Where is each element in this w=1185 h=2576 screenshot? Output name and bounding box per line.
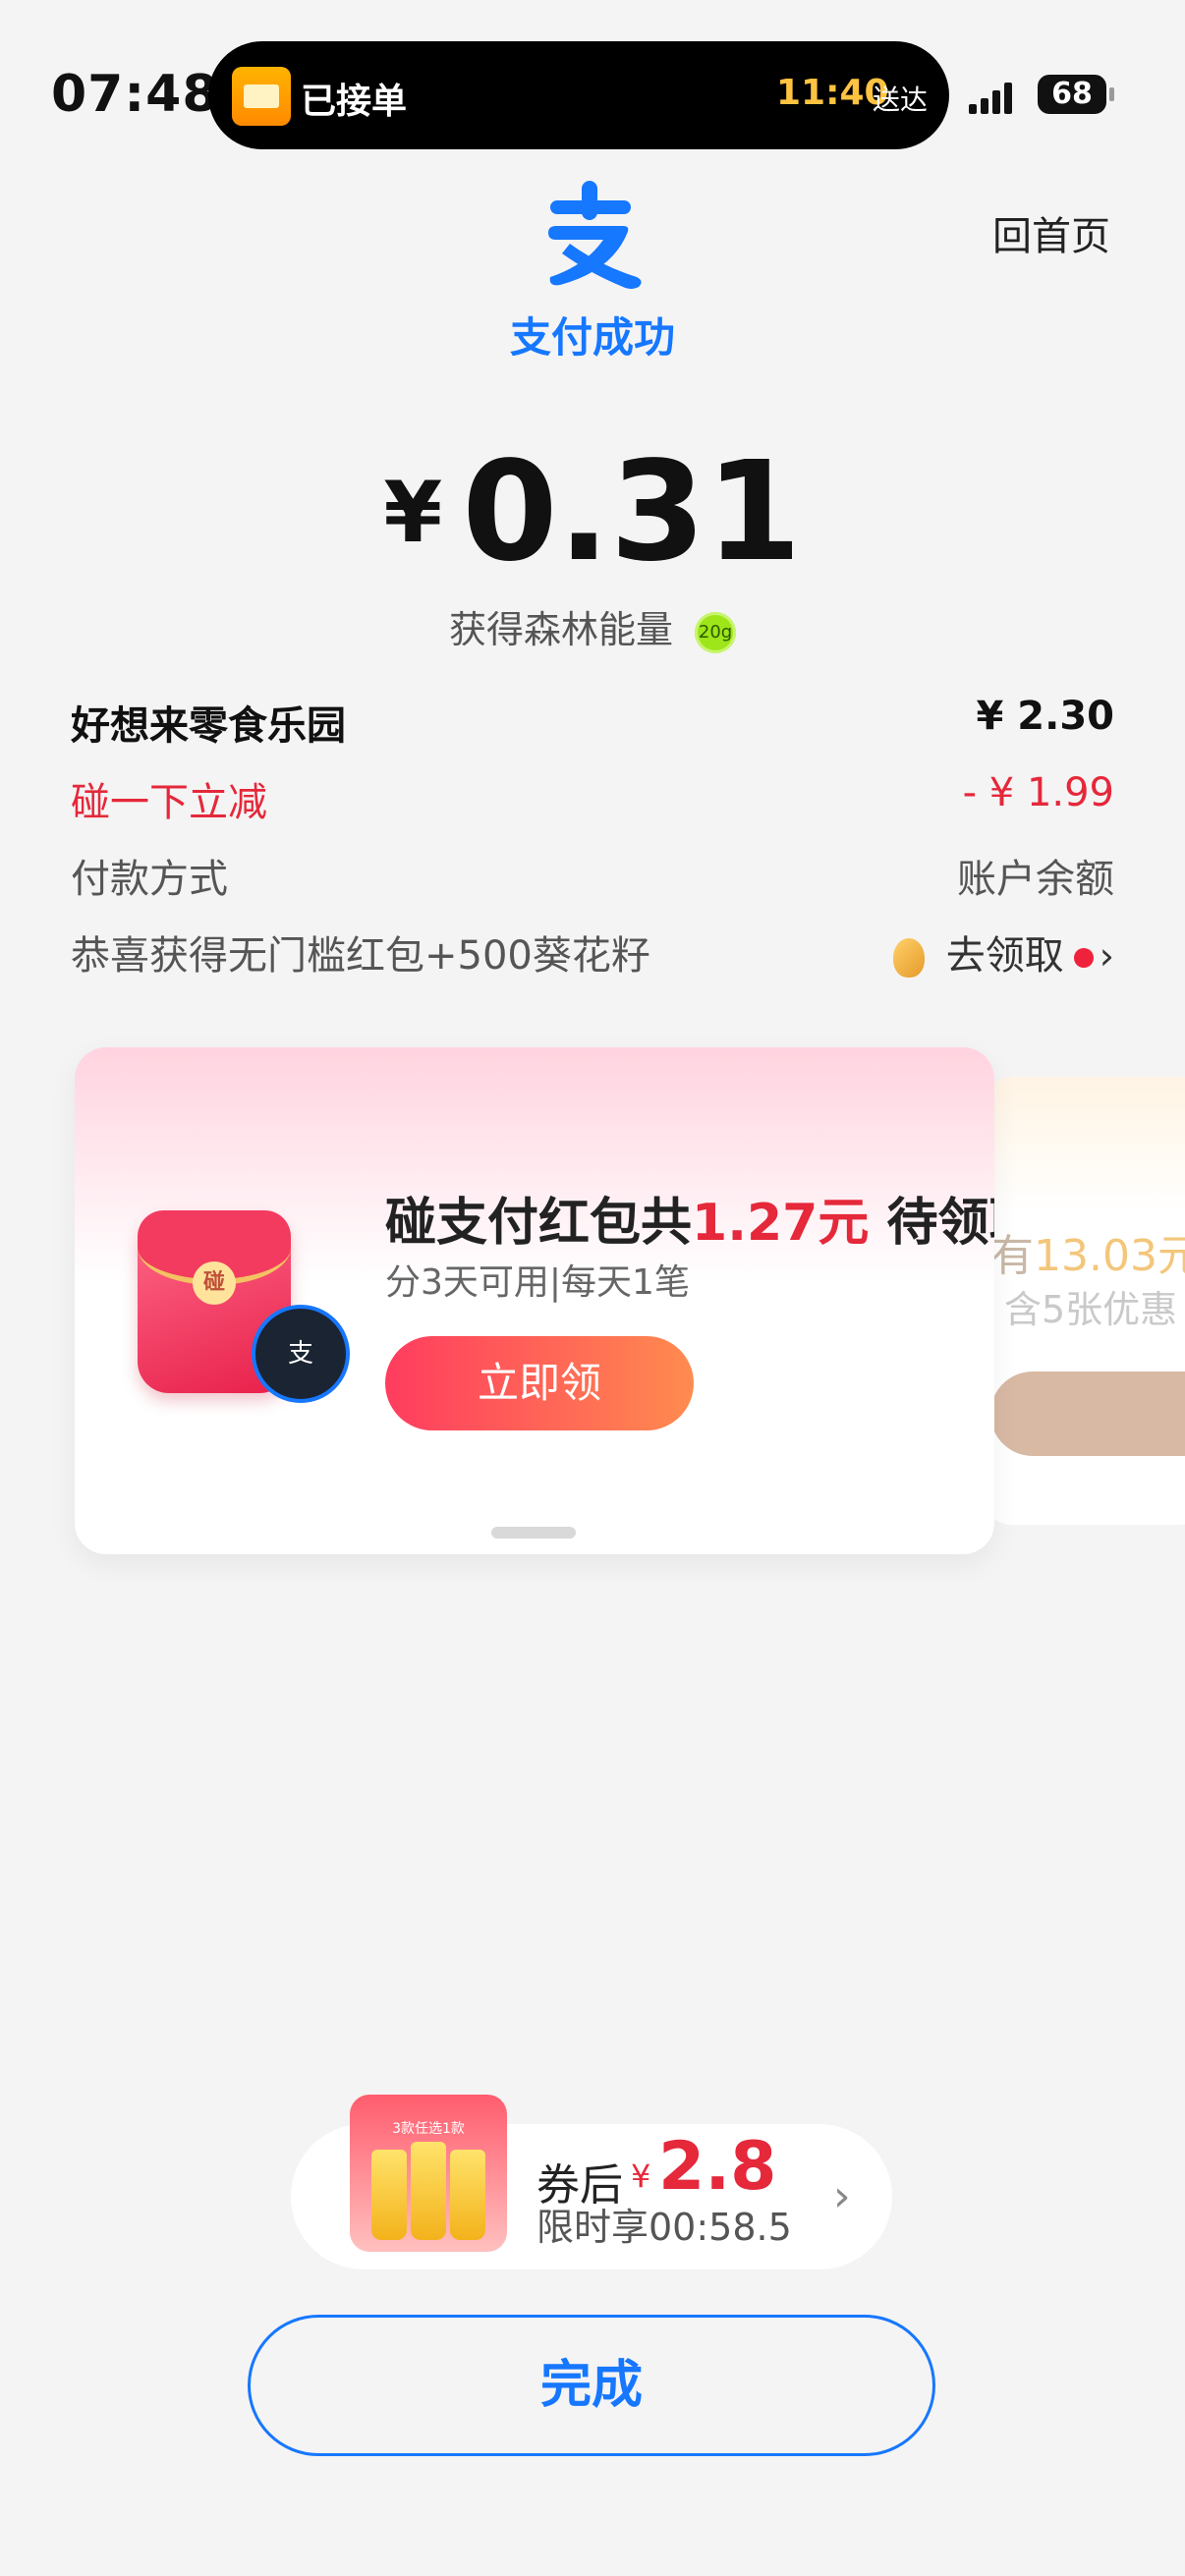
next-card-title: 有13.03元 (990, 1231, 1185, 1281)
promo-action[interactable]: 去领取 › (892, 924, 1114, 980)
promo-text: 恭喜获得无门槛红包+500葵花籽 (71, 933, 650, 979)
island-eta-suffix: 送达 (873, 84, 929, 116)
coupon-card-next[interactable]: 有13.03元 含5张优惠 (983, 1077, 1185, 1525)
battery-icon: 68 (1038, 75, 1114, 114)
chevron-right-icon[interactable]: › (833, 2171, 851, 2221)
next-card-subtitle: 含5张优惠 (1004, 1288, 1178, 1331)
promo-row[interactable]: 恭喜获得无门槛红包+500葵花籽 去领取 › (71, 924, 1114, 982)
merchant-row: 好想来零食乐园 ¥ 2.30 (71, 694, 1114, 753)
coupon-image-caption: 3款任选1款 (392, 2121, 465, 2137)
notification-dot (1073, 948, 1094, 968)
merchant-name: 好想来零食乐园 (71, 703, 346, 749)
coupon-timer: 限时享00:58.5 (536, 2206, 792, 2249)
amount-value: 0.31 (462, 432, 802, 592)
energy-text: 获得森林能量 (448, 608, 673, 651)
alipay-logo-icon (548, 181, 642, 289)
red-packet-subtitle: 分3天可用|每天1笔 (385, 1262, 690, 1303)
discount-amount: - ¥ 1.99 (962, 770, 1114, 815)
next-card-button[interactable] (990, 1372, 1185, 1456)
discount-label: 碰一下立减 (71, 780, 267, 825)
chevron-right-icon: › (1099, 934, 1114, 978)
payment-method-value: 账户余额 (957, 857, 1114, 902)
forest-energy-row[interactable]: 获得森林能量 20g (0, 599, 1185, 653)
energy-badge-icon: 20g (695, 611, 737, 653)
coupon-currency: ¥ (631, 2157, 651, 2195)
red-packet-title: 碰支付红包共1.27元 待领取 (385, 1194, 994, 1253)
drink-product-image: 3款任选1款 (350, 2095, 507, 2252)
currency-symbol: ¥ (383, 463, 443, 562)
home-link[interactable]: 回首页 (992, 204, 1110, 261)
sunflower-seed-icon (892, 938, 925, 978)
discount-row: 碰一下立减 - ¥ 1.99 (71, 770, 1114, 829)
coupon-price: 2.8 (658, 2128, 777, 2206)
island-order-status: 已接单 (301, 82, 408, 122)
payment-success-title: 支付成功 (509, 313, 675, 362)
payment-amount: ¥0.31 (0, 432, 1185, 592)
red-packet-card[interactable]: 碰 支 碰支付红包共1.27元 待领取 分3天可用|每天1笔 立即领 (75, 1047, 994, 1554)
promo-action-label: 去领取 (945, 933, 1064, 979)
payment-method-row: 付款方式 账户余额 (71, 847, 1114, 906)
delivery-app-icon (232, 67, 291, 126)
nfc-pay-icon: 支 (252, 1305, 350, 1403)
status-time: 07:48 (51, 65, 219, 124)
payment-method-label: 付款方式 (71, 857, 228, 902)
signal-icon (969, 79, 1024, 114)
carousel-indicator (491, 1527, 576, 1539)
claim-now-button[interactable]: 立即领 (385, 1336, 694, 1430)
done-button[interactable]: 完成 (248, 2315, 935, 2456)
merchant-amount: ¥ 2.30 (976, 694, 1114, 739)
